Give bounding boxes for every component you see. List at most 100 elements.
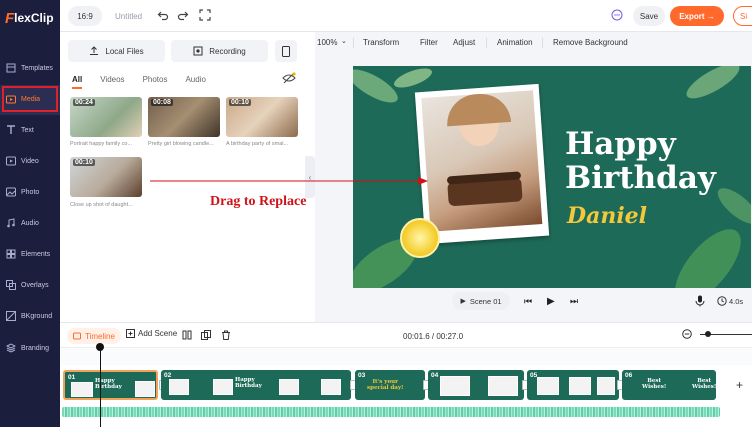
tab-videos[interactable]: Videos [100,75,124,84]
clip-photo [537,377,559,395]
zoom-slider-knob[interactable] [705,331,711,337]
drag-to-replace-label: Drag to Replace [210,194,307,209]
scene-clip-01[interactable]: 01 Happy Birthday [63,370,158,400]
tab-audio[interactable]: Audio [185,75,205,84]
tab-photos[interactable]: Photos [143,75,168,84]
scene-clip-03[interactable]: 03 It's your special day! [355,370,425,400]
headline-text[interactable]: Happy Birthday [565,127,716,195]
playhead[interactable] [100,347,101,427]
clip-number: 04 [431,372,439,379]
clip-photo [135,381,155,397]
add-scene-icon [126,329,135,338]
trash-icon[interactable] [221,330,231,340]
video-icon [6,156,16,166]
animation-button[interactable]: Animation [497,38,533,47]
timeline-label: Timeline [85,331,115,341]
media-thumb[interactable]: 00:24 [70,97,142,137]
overlays-icon [6,280,16,290]
media-thumb[interactable]: 00:08 [148,97,220,137]
export-button[interactable]: Export → [670,6,724,26]
sidebar-item-label: Branding [21,345,50,352]
clip-photo [71,382,93,397]
remove-background-button[interactable]: Remove Background [553,38,628,47]
chat-icon[interactable] [611,9,623,21]
redo-icon[interactable] [177,9,189,21]
clip-photo [488,376,518,396]
thumb-caption: A birthday party of smal... [226,141,289,147]
aspect-ratio-button[interactable]: 16:9 [68,6,102,26]
scene-clip-04[interactable]: 04 [428,370,524,400]
edit-toolbar: 100% ⌄ Transform Filter Adjust Animation… [315,32,752,54]
scene-duration[interactable]: 4.0s [729,297,743,306]
photo-frame[interactable] [414,83,550,245]
sidebar-item-label: Overlays [21,282,49,289]
timeline: Timeline Add Scene 00:01.6 / 00:27.0 01 … [60,322,752,427]
adjust-button[interactable]: Adjust [453,38,475,47]
save-button[interactable]: Save [633,6,665,26]
recording-button[interactable]: Recording [171,40,268,62]
signup-button[interactable]: Si [733,6,752,26]
sidebar-item-background[interactable]: BKground [0,302,60,332]
duration-badge: 00:10 [73,159,95,166]
clip-number: 01 [68,374,76,381]
sidebar-item-elements[interactable]: Elements [0,240,60,270]
time-ruler[interactable] [60,347,752,365]
tab-all[interactable]: All [72,75,82,84]
background-icon [6,311,16,321]
add-scene-button[interactable]: Add Scene [126,329,177,338]
hide-icon[interactable] [282,72,296,84]
name-text[interactable]: Daniel [567,203,647,229]
duration-badge: 00:24 [73,99,95,106]
media-thumb[interactable]: 00:10 [70,157,142,197]
phone-upload-button[interactable] [275,40,297,62]
tab-underline [72,87,82,89]
clip-number: 03 [358,372,366,379]
media-thumb[interactable]: 00:10 [226,97,298,137]
scene-clip-02[interactable]: 02 Happy Birthday [161,370,351,400]
local-files-button[interactable]: Local Files [68,40,165,62]
filter-button[interactable]: Filter [420,38,438,47]
clip-photo [597,377,615,395]
branding-icon [6,343,16,353]
play-icon: ▶ [460,298,466,305]
media-highlight-box [2,86,58,112]
sidebar-item-video[interactable]: Video [0,147,60,177]
flexclip-logo[interactable]: F lexClip [5,10,57,27]
project-title[interactable]: Untitled [115,12,142,21]
thumb-caption: Portrait happy family co... [70,141,133,147]
scene-clip-06[interactable]: 06 Best Wishes! Best Wishes! [622,370,716,400]
clip-photo [321,379,341,395]
text-icon [7,125,15,134]
time-readout: 00:01.6 / 00:27.0 [403,332,464,341]
undo-icon[interactable] [157,9,169,21]
tab-timeline[interactable]: Timeline [67,328,121,344]
audio-waveform[interactable] [62,407,720,417]
elements-icon [6,249,16,259]
clip-photo [213,379,233,395]
zoom-select[interactable]: 100% [317,38,337,47]
sidebar-item-text[interactable]: Text [0,116,60,146]
fullscreen-icon[interactable] [199,9,211,21]
duplicate-icon[interactable] [201,330,211,340]
sidebar-item-templates[interactable]: Templates [0,54,60,84]
split-icon[interactable] [182,330,192,340]
play-icon[interactable]: ▶ [547,296,555,307]
scene-clip-05[interactable]: 05 [527,370,619,400]
sidebar-item-audio[interactable]: Audio [0,209,60,239]
add-clip-button[interactable]: + [736,378,743,392]
transform-button[interactable]: Transform [363,38,399,47]
next-icon[interactable]: ⏭ [570,296,578,307]
clip-photo [440,376,470,396]
sidebar-item-overlays[interactable]: Overlays [0,271,60,301]
previous-icon[interactable]: ⏮ [524,296,532,307]
sidebar-item-photo[interactable]: Photo [0,178,60,208]
logo-word: lexClip [14,11,54,25]
scene-selector[interactable]: ▶ Scene 01 [452,292,510,310]
microphone-icon[interactable] [695,295,705,307]
playhead-handle[interactable] [96,343,104,351]
clip-text: Best Wishes! [642,378,667,390]
zoom-out-icon[interactable] [682,329,692,339]
sidebar-item-branding[interactable]: Branding [0,334,60,364]
sidebar: F lexClip Templates Media Text Video Pho… [0,0,60,427]
sidebar-item-label: Audio [21,220,39,227]
